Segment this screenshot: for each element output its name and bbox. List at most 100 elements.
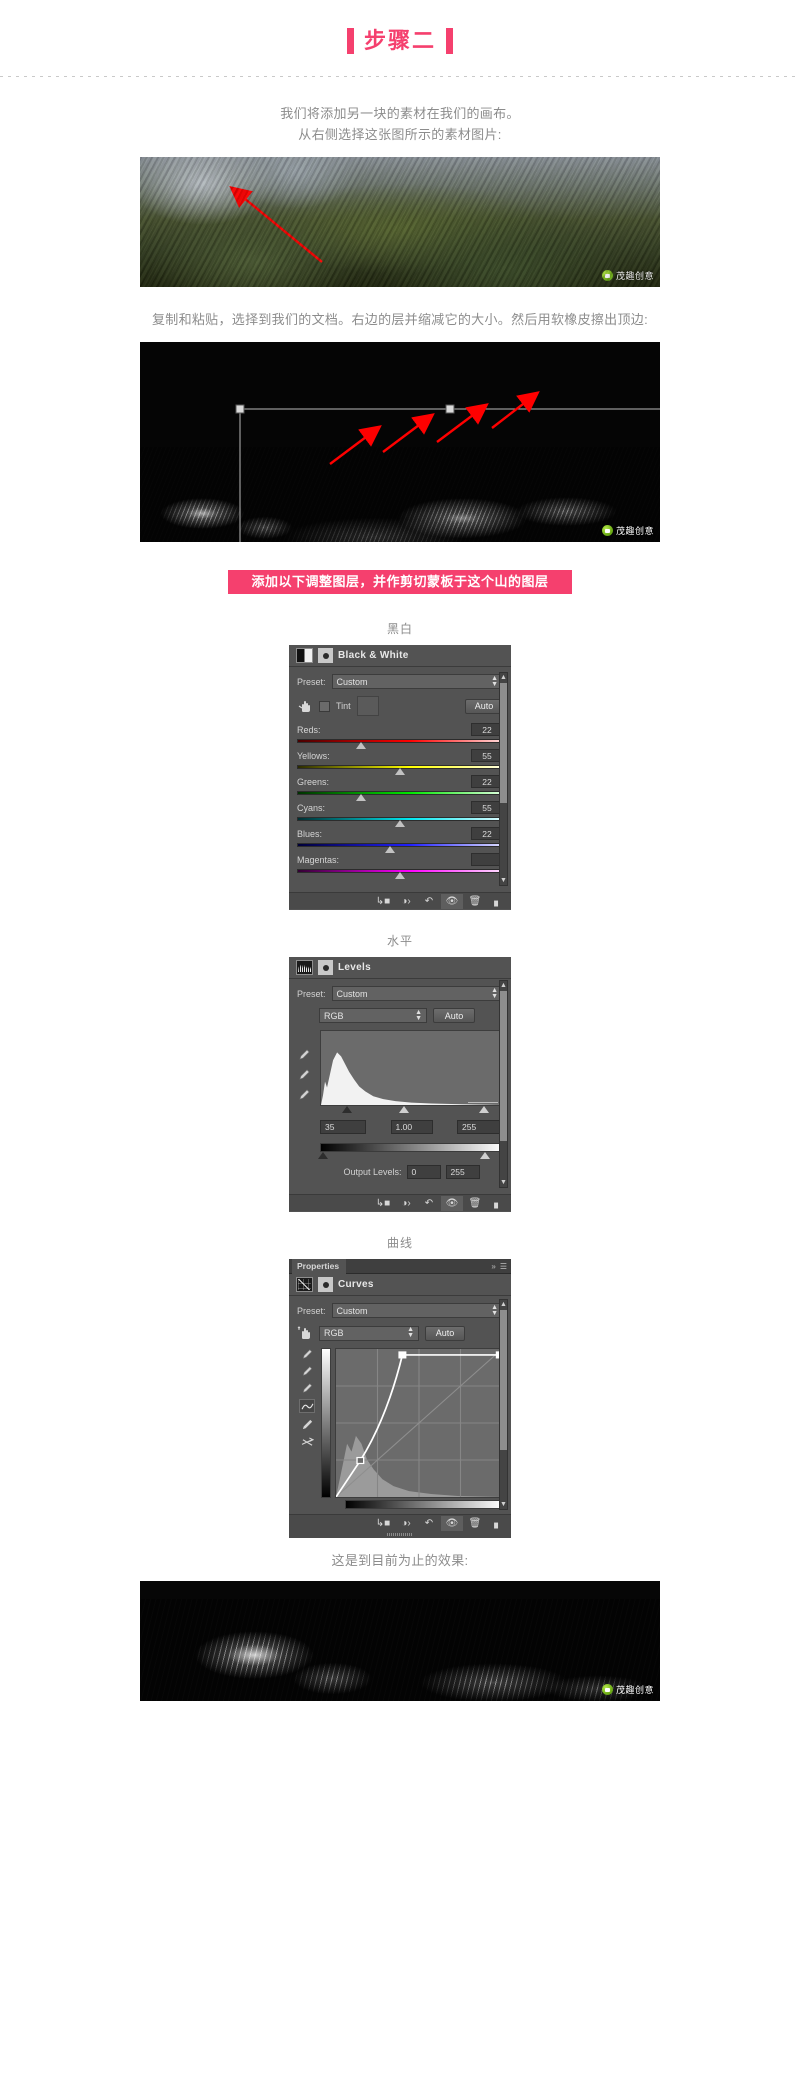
reset-button[interactable]: ↶ bbox=[418, 1516, 440, 1531]
black-point-eyedropper-icon[interactable] bbox=[297, 1048, 311, 1062]
slider-group[interactable]: Magentas: bbox=[297, 853, 503, 879]
scroll-down-arrow-icon[interactable]: ▼ bbox=[500, 876, 507, 885]
visibility-eye-button[interactable]: 👁 bbox=[441, 893, 463, 909]
auto-button[interactable]: Auto bbox=[425, 1325, 465, 1341]
channel-select[interactable]: RGB ▲ ▼ bbox=[319, 1325, 419, 1341]
on-image-adjust-hand-icon[interactable] bbox=[297, 698, 313, 714]
gray-point-eyedropper-icon[interactable] bbox=[297, 1068, 311, 1082]
slider-knob[interactable] bbox=[384, 846, 395, 853]
curves-editor[interactable] bbox=[297, 1348, 503, 1498]
scrollbar-thumb[interactable] bbox=[500, 991, 507, 1141]
toggle-preview-button[interactable]: ◑› bbox=[395, 1196, 417, 1211]
slider-group[interactable]: Yellows: 55 bbox=[297, 749, 503, 775]
slider-knob[interactable] bbox=[356, 794, 367, 801]
panel-scrollbar[interactable]: ▲ ▼ bbox=[499, 980, 508, 1188]
resize-grip-icon[interactable]: ▖ bbox=[487, 1196, 509, 1211]
auto-button[interactable]: Auto bbox=[465, 698, 503, 714]
clip-to-layer-button[interactable]: ↳■ bbox=[372, 894, 394, 909]
curves-adjustment-panel[interactable]: Properties » ☰ Curves Preset: Custom ▲ ▼ … bbox=[289, 1258, 511, 1538]
slider-track[interactable] bbox=[297, 817, 503, 827]
output-levels-sliders[interactable] bbox=[318, 1152, 503, 1161]
output-white-field[interactable]: 255 bbox=[445, 1165, 480, 1179]
slider-track[interactable] bbox=[297, 765, 503, 775]
panel-footer[interactable]: ↳■ ◑› ↶ 👁 🗑 ▖ bbox=[289, 1194, 511, 1211]
levels-adjustment-panel[interactable]: Levels Preset: Custom ▲ ▼ RGB ▲ ▼ Auto 3… bbox=[289, 957, 511, 1212]
channel-select[interactable]: RGB ▲ ▼ bbox=[319, 1008, 427, 1023]
resize-grip-icon[interactable]: ▖ bbox=[487, 1516, 509, 1531]
input-white-field[interactable]: 255 bbox=[457, 1120, 503, 1134]
panel-footer[interactable]: ↳■ ◑› ↶ 👁 🗑 ▖ bbox=[289, 1514, 511, 1531]
resize-grip-icon[interactable]: ▖ bbox=[487, 894, 509, 909]
panel-tabbar-controls[interactable]: » ☰ bbox=[491, 1262, 511, 1271]
slider-knob[interactable] bbox=[356, 742, 367, 749]
on-image-adjust-hand-icon[interactable] bbox=[297, 1325, 313, 1341]
black-input-slider[interactable] bbox=[342, 1106, 352, 1113]
delete-layer-button[interactable]: 🗑 bbox=[464, 1516, 486, 1531]
white-point-eyedropper-icon[interactable] bbox=[297, 1088, 311, 1102]
input-levels-fields[interactable]: 35 1.00 255 bbox=[320, 1120, 503, 1134]
clip-to-layer-button[interactable]: ↳■ bbox=[372, 1196, 394, 1211]
auto-button[interactable]: Auto bbox=[433, 1008, 475, 1023]
clip-to-layer-button[interactable]: ↳■ bbox=[372, 1516, 394, 1531]
output-white-slider[interactable] bbox=[480, 1152, 490, 1159]
scroll-up-arrow-icon[interactable]: ▲ bbox=[500, 673, 507, 682]
black-and-white-adjustment-panel[interactable]: Black & White Preset: Custom ▲ ▼ Tint Aut… bbox=[289, 645, 511, 910]
slider-group[interactable]: Reds: 22 bbox=[297, 723, 503, 749]
slider-group[interactable]: Blues: 22 bbox=[297, 827, 503, 853]
reset-button[interactable]: ↶ bbox=[418, 894, 440, 909]
panel-tabbar[interactable]: Properties » ☰ bbox=[289, 1258, 511, 1274]
scroll-down-arrow-icon[interactable]: ▼ bbox=[500, 1178, 507, 1187]
delete-layer-button[interactable]: 🗑 bbox=[464, 894, 486, 909]
tint-checkbox[interactable] bbox=[319, 700, 330, 712]
panel-resize-grip[interactable] bbox=[289, 1531, 511, 1538]
scroll-up-arrow-icon[interactable]: ▲ bbox=[500, 981, 507, 990]
white-point-eyedropper-icon[interactable] bbox=[300, 1382, 314, 1395]
slider-knob[interactable] bbox=[395, 820, 405, 827]
tint-color-swatch[interactable] bbox=[356, 696, 379, 716]
gamma-input-slider[interactable] bbox=[399, 1106, 409, 1113]
scrollbar-thumb[interactable] bbox=[500, 1310, 507, 1450]
output-black-slider[interactable] bbox=[318, 1152, 328, 1159]
gray-point-eyedropper-icon[interactable] bbox=[300, 1365, 314, 1378]
tab-properties[interactable]: Properties bbox=[292, 1258, 347, 1274]
black-point-eyedropper-icon[interactable] bbox=[300, 1348, 314, 1361]
slider-group[interactable]: Cyans: 55 bbox=[297, 801, 503, 827]
preset-select[interactable]: Custom ▲ ▼ bbox=[331, 986, 503, 1001]
curve-point-tool-icon[interactable] bbox=[299, 1399, 315, 1413]
scroll-down-arrow-icon[interactable]: ▼ bbox=[500, 1500, 507, 1509]
input-black-field[interactable]: 35 bbox=[320, 1120, 366, 1134]
white-input-slider[interactable] bbox=[479, 1106, 489, 1113]
slider-track[interactable] bbox=[297, 869, 503, 879]
output-black-field[interactable]: 0 bbox=[406, 1165, 441, 1179]
eyedropper-tools[interactable] bbox=[297, 1030, 315, 1179]
scrollbar-thumb[interactable] bbox=[500, 683, 507, 803]
panel-scrollbar[interactable]: ▲ ▼ bbox=[499, 1299, 508, 1510]
panel-menu-icon[interactable]: ☰ bbox=[500, 1262, 507, 1271]
panel-scrollbar[interactable]: ▲ ▼ bbox=[499, 672, 508, 886]
slider-track[interactable] bbox=[297, 739, 503, 749]
curves-tools[interactable] bbox=[297, 1348, 317, 1498]
curves-graph[interactable] bbox=[335, 1348, 503, 1498]
visibility-eye-button[interactable]: 👁 bbox=[441, 1195, 463, 1211]
slider-track[interactable] bbox=[297, 843, 503, 853]
input-levels-sliders[interactable] bbox=[320, 1106, 503, 1115]
slider-group[interactable]: Greens: 22 bbox=[297, 775, 503, 801]
smooth-curve-icon[interactable] bbox=[299, 1435, 315, 1449]
black-and-white-sliders[interactable]: Reds: 22 Yellows: 55 Greens: 22 Cyans: 55 Blues:… bbox=[297, 723, 503, 879]
preset-select[interactable]: Custom ▲ ▼ bbox=[331, 674, 503, 689]
collapse-arrows-icon[interactable]: » bbox=[491, 1262, 495, 1271]
reset-button[interactable]: ↶ bbox=[418, 1196, 440, 1211]
slider-knob[interactable] bbox=[395, 768, 405, 775]
panel-footer[interactable]: ↳■ ◑› ↶ 👁 🗑 ▖ bbox=[289, 892, 511, 909]
slider-track[interactable] bbox=[297, 791, 503, 801]
delete-layer-button[interactable]: 🗑 bbox=[464, 1196, 486, 1211]
scroll-up-arrow-icon[interactable]: ▲ bbox=[500, 1300, 507, 1309]
input-gamma-field[interactable]: 1.00 bbox=[390, 1120, 433, 1134]
visibility-eye-button[interactable]: 👁 bbox=[441, 1515, 463, 1531]
slider-knob[interactable] bbox=[395, 872, 405, 879]
toggle-preview-button[interactable]: ◑› bbox=[395, 894, 417, 909]
pencil-tool-icon[interactable] bbox=[299, 1417, 315, 1431]
preset-select[interactable]: Custom ▲ ▼ bbox=[331, 1303, 503, 1318]
curves-graph-svg[interactable] bbox=[336, 1349, 502, 1497]
toggle-preview-button[interactable]: ◑› bbox=[395, 1516, 417, 1531]
